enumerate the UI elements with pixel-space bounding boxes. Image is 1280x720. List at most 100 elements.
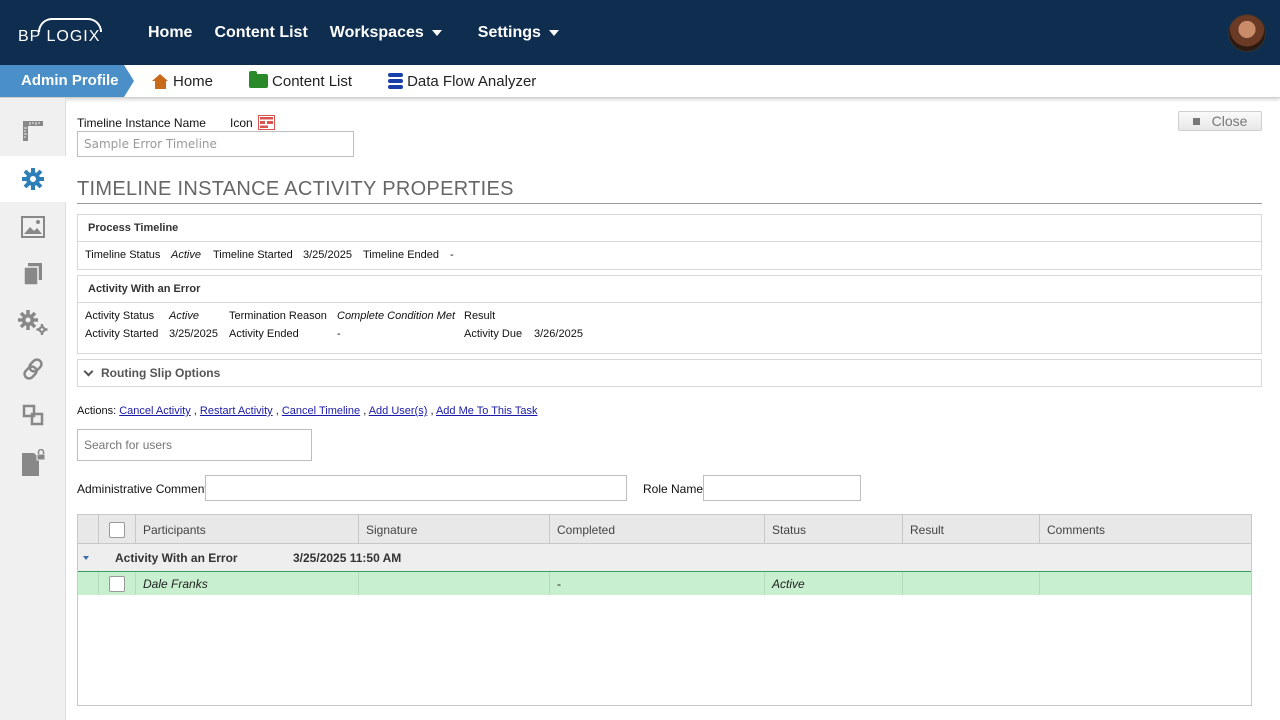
nav-content-list[interactable]: Content List xyxy=(214,24,307,42)
timeline-ended-value: - xyxy=(450,249,454,261)
link-icon xyxy=(23,358,43,380)
cancel-activity-link[interactable]: Cancel Activity xyxy=(119,405,191,417)
activity-due-label: Activity Due xyxy=(464,328,523,340)
sidebar-item-mapping[interactable] xyxy=(0,392,66,438)
group-row[interactable]: Activity With an Error 3/25/2025 11:50 A… xyxy=(78,544,1251,572)
sidebar-item-images[interactable] xyxy=(0,204,66,250)
activity-started-value: 3/25/2025 xyxy=(169,328,218,340)
nav-content-list-label: Content List xyxy=(214,23,308,41)
timeline-status-label: Timeline Status xyxy=(85,249,161,261)
add-users-link[interactable]: Add User(s) xyxy=(369,405,428,417)
shortcut-nav: Home Content List Data Flow Analyzer xyxy=(152,65,572,97)
activity-heading: Activity With an Error xyxy=(78,276,1261,303)
nav-settings[interactable]: Settings xyxy=(478,24,559,42)
column-comments[interactable]: Comments xyxy=(1039,515,1251,544)
instance-name-input[interactable]: Sample Error Timeline xyxy=(77,131,354,157)
activity-ended-value: - xyxy=(337,328,341,340)
image-icon xyxy=(21,216,45,238)
role-name-input[interactable] xyxy=(703,475,861,501)
page-title: TIMELINE INSTANCE ACTIVITY PROPERTIES xyxy=(77,178,514,200)
activity-status-label: Activity Status xyxy=(85,310,155,322)
sidebar-item-permissions[interactable] xyxy=(0,440,66,486)
logo-text: BP LOGIX xyxy=(18,28,101,45)
shortcut-content-list-label: Content List xyxy=(272,72,353,90)
actions-separator: , xyxy=(363,405,367,417)
cell-result xyxy=(902,572,1039,595)
shapes-icon xyxy=(22,404,44,426)
shortcut-home[interactable]: Home xyxy=(152,73,213,90)
shortcut-content-list[interactable]: Content List xyxy=(249,71,353,90)
termination-reason-value: Complete Condition Met xyxy=(337,310,456,322)
chevron-down-icon xyxy=(83,366,94,376)
timeline-started-value: 3/25/2025 xyxy=(303,249,352,261)
cell-status: Active xyxy=(764,572,902,595)
top-navbar: BP LOGIX Home Content List Workspaces Se… xyxy=(0,0,1280,65)
actions-label: Actions: xyxy=(77,405,117,417)
group-name: Activity With an Error xyxy=(115,551,238,565)
actions-separator: , xyxy=(275,405,279,417)
folder-icon xyxy=(249,71,269,88)
admin-comments-input[interactable] xyxy=(205,475,627,501)
nav-home[interactable]: Home xyxy=(148,24,192,42)
shortcut-data-flow-analyzer-label: Data Flow Analyzer xyxy=(407,72,537,90)
grid-header: Participants Signature Completed Status … xyxy=(78,515,1251,544)
timeline-started-label: Timeline Started xyxy=(213,249,293,261)
documents-icon xyxy=(23,263,42,286)
column-completed[interactable]: Completed xyxy=(549,515,764,544)
column-result[interactable]: Result xyxy=(902,515,1039,544)
close-button-label: Close xyxy=(1211,113,1248,129)
gears-icon xyxy=(18,310,48,335)
home-icon xyxy=(152,73,169,89)
row-select-cell xyxy=(98,572,135,595)
select-all-cell xyxy=(98,515,135,544)
timeline-icon[interactable] xyxy=(258,115,275,130)
process-timeline-panel: Process Timeline Timeline Status Active … xyxy=(77,214,1262,270)
routing-slip-label: Routing Slip Options xyxy=(101,366,221,380)
actions-bar: Actions: Cancel Activity , Restart Activ… xyxy=(77,405,537,417)
sidebar-item-settings[interactable] xyxy=(0,156,66,202)
add-me-to-task-link[interactable]: Add Me To This Task xyxy=(436,405,538,417)
search-users-input[interactable] xyxy=(77,429,312,461)
cell-completed: - xyxy=(549,572,764,595)
top-nav: Home Content List Workspaces Settings xyxy=(148,0,581,65)
routing-slip-toggle[interactable]: Routing Slip Options xyxy=(77,359,1262,387)
nav-workspaces[interactable]: Workspaces xyxy=(330,24,442,42)
column-status[interactable]: Status xyxy=(764,515,902,544)
cancel-timeline-link[interactable]: Cancel Timeline xyxy=(282,405,360,417)
row-checkbox[interactable] xyxy=(109,575,125,592)
profile-tab[interactable]: Admin Profile xyxy=(0,65,134,97)
bp-logix-logo[interactable]: BP LOGIX xyxy=(18,18,102,45)
gear-icon xyxy=(22,168,44,190)
restart-activity-link[interactable]: Restart Activity xyxy=(200,405,273,417)
sidebar-item-properties[interactable] xyxy=(0,108,66,154)
select-all-checkbox[interactable] xyxy=(109,521,125,538)
role-name-label: Role Name: xyxy=(643,482,707,496)
ruler-icon xyxy=(23,121,43,141)
table-row[interactable]: Dale Franks - Active xyxy=(78,572,1251,595)
timeline-ended-label: Timeline Ended xyxy=(363,249,440,261)
left-sidebar xyxy=(0,98,66,720)
title-divider xyxy=(77,203,1262,204)
collapse-triangle-icon[interactable] xyxy=(83,556,89,560)
activity-status-value: Active xyxy=(169,310,199,322)
main-content: Timeline Instance Name Icon Sample Error… xyxy=(66,98,1280,720)
column-signature[interactable]: Signature xyxy=(358,515,549,544)
instance-name-label: Timeline Instance Name xyxy=(77,116,206,130)
database-icon xyxy=(388,73,404,89)
icon-label: Icon xyxy=(230,116,253,130)
activity-ended-label: Activity Ended xyxy=(229,328,299,340)
column-participants[interactable]: Participants xyxy=(135,515,358,544)
sidebar-item-documents[interactable] xyxy=(0,251,66,297)
chevron-down-icon xyxy=(548,29,559,36)
user-avatar[interactable] xyxy=(1228,14,1266,52)
activity-started-label: Activity Started xyxy=(85,328,159,340)
nav-home-label: Home xyxy=(148,23,193,41)
shortcut-data-flow-analyzer[interactable]: Data Flow Analyzer xyxy=(388,73,536,90)
group-date: 3/25/2025 11:50 AM xyxy=(293,551,402,565)
stop-icon xyxy=(1192,117,1200,125)
admin-comments-label: Administrative Comments: xyxy=(77,482,218,496)
close-button[interactable]: Close xyxy=(1178,111,1262,131)
sidebar-item-links[interactable] xyxy=(0,346,66,392)
activity-panel: Activity With an Error Activity Status A… xyxy=(77,275,1262,354)
sidebar-item-advanced[interactable] xyxy=(0,299,66,345)
